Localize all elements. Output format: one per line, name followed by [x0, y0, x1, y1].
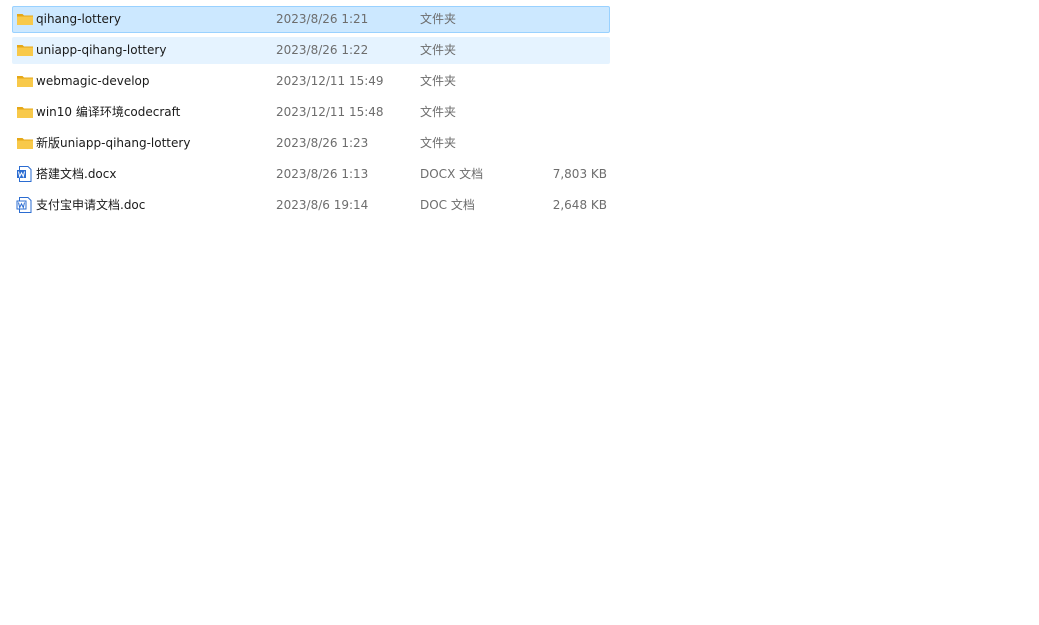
file-date: 2023/8/26 1:22 [276, 43, 369, 57]
file-size: 2,648 KB [552, 198, 607, 212]
file-date: 2023/8/26 1:23 [276, 136, 369, 150]
file-size [513, 100, 607, 125]
file-date: 2023/12/11 15:49 [276, 74, 384, 88]
file-name: webmagic-develop [36, 74, 150, 88]
file-name: qihang-lottery [36, 12, 121, 26]
folder-icon [16, 104, 34, 120]
file-row-setup-docx[interactable]: 搭建文档.docx 2023/8/26 1:13 DOCX 文档 7,803 K… [12, 161, 610, 188]
file-size [513, 38, 607, 63]
file-name: 支付宝申请文档.doc [36, 198, 146, 212]
file-row-uniapp-qihang-lottery[interactable]: uniapp-qihang-lottery 2023/8/26 1:22 文件夹 [12, 37, 610, 64]
file-date: 2023/12/11 15:48 [276, 105, 384, 119]
file-row-qihang-lottery[interactable]: qihang-lottery 2023/8/26 1:21 文件夹 [12, 6, 610, 33]
file-row-webmagic-develop[interactable]: webmagic-develop 2023/12/11 15:49 文件夹 [12, 68, 610, 95]
file-row-new-uniapp-qihang-lottery[interactable]: 新版uniapp-qihang-lottery 2023/8/26 1:23 文… [12, 130, 610, 157]
file-size [513, 131, 607, 156]
file-name: uniapp-qihang-lottery [36, 43, 167, 57]
file-date: 2023/8/26 1:13 [276, 167, 369, 181]
folder-icon [16, 42, 34, 58]
file-size [513, 7, 607, 32]
file-row-alipay-doc[interactable]: 支付宝申请文档.doc 2023/8/6 19:14 DOC 文档 2,648 … [12, 192, 610, 219]
file-name: 新版uniapp-qihang-lottery [36, 136, 191, 150]
folder-icon [16, 73, 34, 89]
file-row-win10-codecraft[interactable]: win10 编译环境codecraft 2023/12/11 15:48 文件夹 [12, 99, 610, 126]
file-list: qihang-lottery 2023/8/26 1:21 文件夹 uniapp… [12, 6, 610, 223]
file-name: 搭建文档.docx [36, 167, 117, 181]
word-docx-icon [16, 166, 34, 182]
folder-icon [16, 11, 34, 27]
file-date: 2023/8/6 19:14 [276, 198, 369, 212]
file-size: 7,803 KB [552, 167, 607, 181]
word-doc-icon [16, 197, 34, 213]
file-size [513, 69, 607, 94]
file-name: win10 编译环境codecraft [36, 105, 181, 119]
file-date: 2023/8/26 1:21 [276, 12, 369, 26]
folder-icon [16, 135, 34, 151]
